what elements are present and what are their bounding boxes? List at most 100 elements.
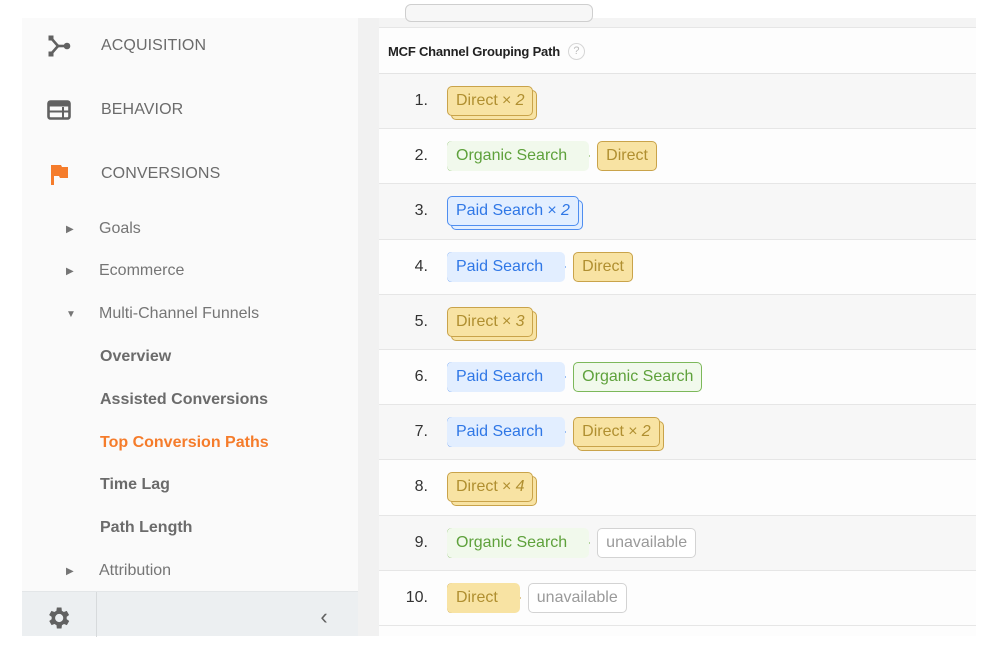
repeat-count: × 4 xyxy=(501,478,525,496)
channel-name: Direct xyxy=(456,92,498,110)
path-step-unavailable: unavailable xyxy=(527,582,627,613)
row-index: 8. xyxy=(414,478,428,496)
path-step-paid: Paid Search xyxy=(447,362,567,393)
flag-icon xyxy=(46,161,72,187)
main-content: MCF Channel Grouping Path ? 1. Direct × 22… xyxy=(379,4,976,636)
nav-assisted-conversions[interactable]: Assisted Conversions xyxy=(22,384,358,416)
row-index: 5. xyxy=(414,312,428,330)
channel-name: unavailable xyxy=(536,588,618,606)
nav-attribution[interactable]: ▶ Attribution xyxy=(22,555,358,587)
paths-table: 1. Direct × 2 2. Organic Search Direct 3. Paid … xyxy=(379,74,976,626)
path-step-direct: Direct × 2 xyxy=(447,86,538,121)
channel-label: Direct × 2 xyxy=(582,423,650,441)
channel-label: Organic Search xyxy=(456,147,567,165)
conversion-path: Organic Search unavailable xyxy=(447,527,706,558)
path-step-direct: Direct × 3 xyxy=(447,306,538,341)
row-index: 3. xyxy=(414,202,428,220)
acquisition-icon xyxy=(46,33,72,59)
row-index: 1. xyxy=(414,92,428,110)
nav-time-lag[interactable]: Time Lag xyxy=(22,469,358,501)
path-step-organic: Organic Search xyxy=(447,141,591,172)
footer-divider xyxy=(96,592,97,637)
nav-top-conversion-paths[interactable]: Top Conversion Paths xyxy=(22,427,358,459)
conversion-path: Organic Search Direct xyxy=(447,141,667,172)
channel-label: Direct × 4 xyxy=(456,478,524,496)
row-index: 6. xyxy=(414,368,428,386)
caret-right-icon: ▶ xyxy=(66,565,74,577)
nav-goals[interactable]: ▶ Goals xyxy=(22,213,358,245)
channel-label: Organic Search xyxy=(456,534,567,552)
channel-name: Paid Search xyxy=(456,368,544,386)
nav-goals-label: Goals xyxy=(99,220,141,237)
nav-overview-label: Overview xyxy=(100,348,172,365)
nav-overview[interactable]: Overview xyxy=(22,341,358,373)
repeat-count: × 2 xyxy=(501,92,525,110)
conversion-path: Paid Search Organic Search xyxy=(447,362,712,393)
path-step-unavailable: unavailable xyxy=(597,527,697,558)
caret-right-icon: ▶ xyxy=(66,265,74,277)
table-row: 8. Direct × 4 xyxy=(379,460,976,516)
row-index: 10. xyxy=(405,588,428,606)
row-index: 4. xyxy=(414,257,428,275)
nav-assisted-conversions-label: Assisted Conversions xyxy=(100,391,269,408)
collapse-sidebar-button[interactable]: ‹ xyxy=(314,604,334,630)
gutter xyxy=(358,18,379,636)
table-row: 7. Paid Search Direct × 2 xyxy=(379,405,976,461)
channel-name: Organic Search xyxy=(582,368,694,386)
channel-name: unavailable xyxy=(606,533,688,551)
gear-icon[interactable] xyxy=(44,604,72,632)
table-row: 3. Paid Search × 2 xyxy=(379,184,976,240)
caret-right-icon: ▶ xyxy=(66,223,74,235)
nav-time-lag-label: Time Lag xyxy=(100,476,170,493)
channel-name: Direct xyxy=(456,588,498,606)
conversion-path: Paid Search Direct xyxy=(447,251,643,282)
nav-ecommerce-label: Ecommerce xyxy=(99,262,185,279)
nav-acquisition[interactable]: ACQUISITION xyxy=(22,26,358,66)
channel-name: Direct xyxy=(582,423,624,441)
top-control[interactable] xyxy=(405,4,593,22)
top-strip xyxy=(379,4,976,28)
channel-label: Paid Search xyxy=(456,423,543,441)
repeat-count: × 2 xyxy=(627,423,651,441)
nav-conversions[interactable]: CONVERSIONS xyxy=(22,154,358,194)
path-step-direct: Direct × 2 xyxy=(573,417,664,452)
channel-name: Paid Search xyxy=(456,423,544,441)
path-step-paid: Paid Search xyxy=(447,417,567,448)
channel-label: Direct xyxy=(606,147,648,165)
caret-down-icon: ▼ xyxy=(66,308,76,320)
channel-name: Organic Search xyxy=(456,533,568,551)
channel-label: unavailable xyxy=(537,589,618,607)
channel-label: Direct × 2 xyxy=(456,92,524,110)
path-step-direct: Direct xyxy=(573,251,633,282)
channel-name: Paid Search xyxy=(456,202,544,220)
path-step-direct: Direct xyxy=(597,141,657,172)
nav-ecommerce[interactable]: ▶ Ecommerce xyxy=(22,255,358,287)
row-index: 9. xyxy=(414,533,428,551)
conversion-path: Paid Search Direct × 2 xyxy=(447,417,674,452)
conversion-path: Direct × 4 xyxy=(447,472,547,507)
nav-attribution-label: Attribution xyxy=(99,562,172,579)
table-row: 2. Organic Search Direct xyxy=(379,129,976,185)
path-step-direct: Direct × 4 xyxy=(447,472,538,507)
channel-name: Paid Search xyxy=(456,257,544,275)
column-header-mcf-path[interactable]: MCF Channel Grouping Path xyxy=(388,44,560,59)
path-step-organic: Organic Search xyxy=(447,527,591,558)
channel-label: Organic Search xyxy=(582,368,693,386)
sidebar: ACQUISITION BEHAVIOR CONVERSIONS ▶ Goals… xyxy=(22,18,358,637)
conversion-path: Direct × 3 xyxy=(447,306,547,341)
nav-path-length-label: Path Length xyxy=(100,519,193,536)
row-index: 7. xyxy=(414,423,428,441)
path-step-direct: Direct xyxy=(447,582,522,613)
channel-label: Direct xyxy=(456,589,498,607)
channel-label: Direct xyxy=(582,258,624,276)
nav-path-length[interactable]: Path Length xyxy=(22,512,358,544)
nav-behavior[interactable]: BEHAVIOR xyxy=(22,90,358,130)
table-row: 5. Direct × 3 xyxy=(379,294,976,350)
channel-name: Direct xyxy=(582,257,624,275)
nav-multi-channel-funnels[interactable]: ▼ Multi-Channel Funnels xyxy=(22,298,358,330)
behavior-icon xyxy=(46,97,72,123)
help-icon[interactable]: ? xyxy=(567,42,585,60)
nav-top-conversion-paths-label: Top Conversion Paths xyxy=(100,434,269,451)
conversion-path: Direct unavailable xyxy=(447,582,637,613)
nav-acquisition-label: ACQUISITION xyxy=(101,37,207,54)
